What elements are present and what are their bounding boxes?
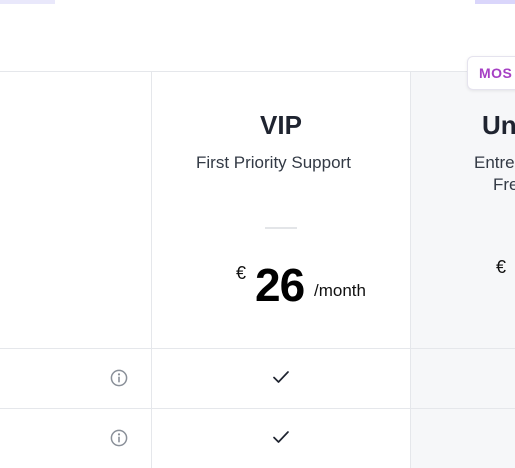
row-divider xyxy=(0,348,515,349)
plan-title: VIP xyxy=(260,110,302,140)
plan-title: Un xyxy=(482,110,515,140)
tab-indicator-right[interactable] xyxy=(475,0,515,4)
most-popular-badge: MOS xyxy=(467,56,515,90)
check-icon xyxy=(273,371,289,383)
table-top-border xyxy=(0,71,515,72)
info-icon[interactable] xyxy=(110,369,128,387)
column-divider xyxy=(410,71,411,468)
badge-label: MOS xyxy=(479,65,513,81)
tab-indicator-left[interactable] xyxy=(0,0,55,4)
plan-description-line: Fre xyxy=(493,175,515,194)
price-amount: 26 xyxy=(255,259,305,311)
column-divider xyxy=(151,71,152,468)
plan-description: First Priority Support xyxy=(196,153,351,172)
info-icon[interactable] xyxy=(110,429,128,447)
divider xyxy=(265,227,297,229)
check-icon xyxy=(273,431,289,443)
price-currency: € xyxy=(496,257,507,277)
row-divider xyxy=(0,408,515,409)
price-currency: € xyxy=(236,263,247,283)
plan-description-line: Entre xyxy=(474,153,515,172)
price-period: /month xyxy=(314,281,366,300)
